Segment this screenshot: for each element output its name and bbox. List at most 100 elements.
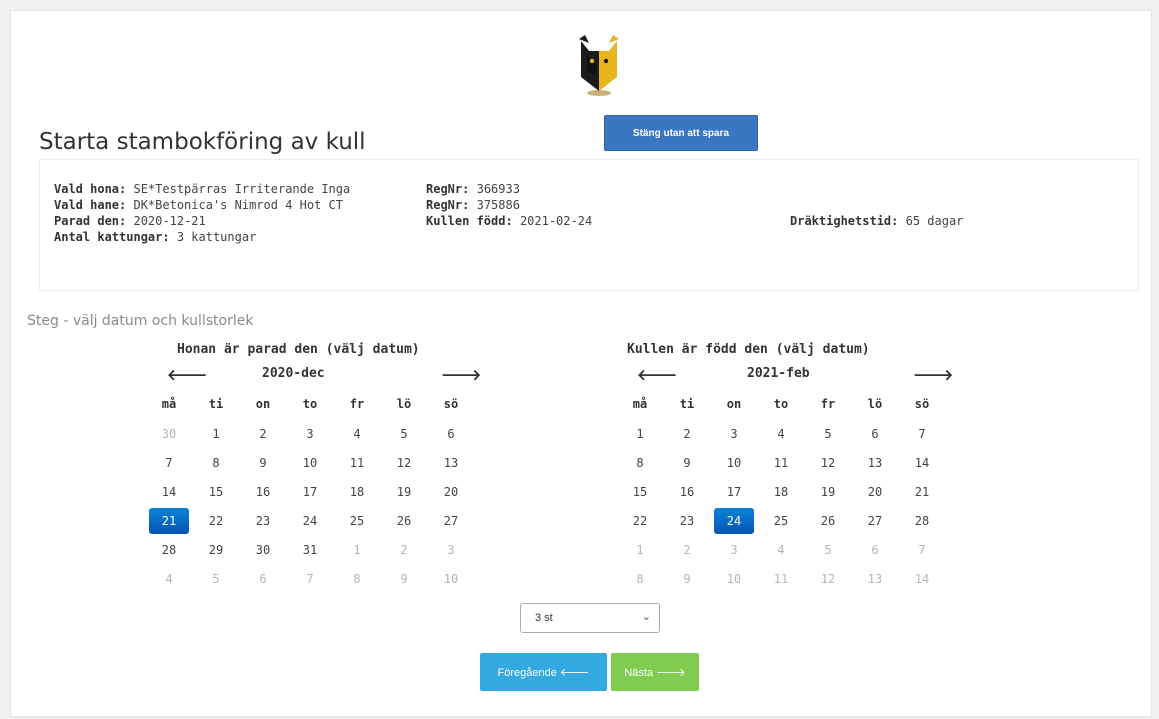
calendar-day[interactable]: 23 <box>243 508 283 534</box>
calendar-day[interactable]: 15 <box>620 479 660 505</box>
calendar-day-selected[interactable]: 24 <box>714 508 754 534</box>
calendar-day[interactable]: 8 <box>337 566 377 592</box>
calendar-day[interactable]: 25 <box>761 508 801 534</box>
calendar-day[interactable]: 16 <box>243 479 283 505</box>
calendar-day[interactable]: 3 <box>714 537 754 563</box>
calendar-day[interactable]: 26 <box>384 508 424 534</box>
calendar-day[interactable]: 30 <box>243 537 283 563</box>
calendar-day[interactable]: 22 <box>196 508 236 534</box>
calendar-day[interactable]: 2 <box>667 537 707 563</box>
calendar-day[interactable]: 26 <box>808 508 848 534</box>
calendar-day[interactable]: 9 <box>667 566 707 592</box>
calendar-day[interactable]: 29 <box>196 537 236 563</box>
calendar-day[interactable]: 22 <box>620 508 660 534</box>
calendar-day[interactable]: 9 <box>243 450 283 476</box>
calendar-day[interactable]: 10 <box>290 450 330 476</box>
litter-size-value: 3 st <box>535 612 553 624</box>
calendar-day[interactable]: 5 <box>808 537 848 563</box>
calendar-day[interactable]: 8 <box>620 566 660 592</box>
calendar-day[interactable]: 12 <box>808 450 848 476</box>
prev-month-arrow-icon[interactable]: 🡐 <box>637 365 677 384</box>
calendar-day[interactable]: 6 <box>855 537 895 563</box>
calendar-day[interactable]: 31 <box>290 537 330 563</box>
calendar-day[interactable]: 12 <box>384 450 424 476</box>
calendar-day[interactable]: 2 <box>243 421 283 447</box>
prev-month-arrow-icon[interactable]: 🡐 <box>167 365 207 384</box>
calendar-day[interactable]: 1 <box>196 421 236 447</box>
calendar-day[interactable]: 19 <box>384 479 424 505</box>
calendar-day[interactable]: 1 <box>620 421 660 447</box>
calendar-day[interactable]: 4 <box>761 537 801 563</box>
calendar-day[interactable]: 15 <box>196 479 236 505</box>
calendar-day[interactable]: 1 <box>337 537 377 563</box>
calendar-day[interactable]: 13 <box>855 450 895 476</box>
calendar-day[interactable]: 3 <box>290 421 330 447</box>
calendar-day[interactable]: 17 <box>290 479 330 505</box>
close-without-saving-button[interactable]: Stäng utan att spara <box>604 115 758 151</box>
calendar-day[interactable]: 2 <box>667 421 707 447</box>
calendar-day[interactable]: 14 <box>902 566 942 592</box>
calendar-day[interactable]: 9 <box>667 450 707 476</box>
calendar-day[interactable]: 11 <box>337 450 377 476</box>
calendar-day[interactable]: 10 <box>714 566 754 592</box>
calendar-day[interactable]: 9 <box>384 566 424 592</box>
regnr1-value: 366933 <box>476 182 520 196</box>
calendar-day[interactable]: 7 <box>902 537 942 563</box>
calendar-day[interactable]: 7 <box>902 421 942 447</box>
calendar-day[interactable]: 24 <box>290 508 330 534</box>
calendar-day[interactable]: 4 <box>761 421 801 447</box>
calendar-day[interactable]: 30 <box>149 421 189 447</box>
calendar-day[interactable]: 10 <box>431 566 471 592</box>
calendar-day[interactable]: 6 <box>243 566 283 592</box>
calendar-day[interactable]: 28 <box>149 537 189 563</box>
calendar-day[interactable]: 20 <box>431 479 471 505</box>
calendar-day[interactable]: 8 <box>196 450 236 476</box>
calendar-day[interactable]: 23 <box>667 508 707 534</box>
calendar-day[interactable]: 28 <box>902 508 942 534</box>
parad-label: Parad den: <box>54 214 127 228</box>
calendar-day[interactable]: 3 <box>714 421 754 447</box>
calendar-day[interactable]: 18 <box>761 479 801 505</box>
calendar-day[interactable]: 11 <box>761 566 801 592</box>
calendar-day[interactable]: 27 <box>431 508 471 534</box>
calendar-title: Honan är parad den (välj datum) <box>177 342 420 357</box>
next-month-arrow-icon[interactable]: 🡒 <box>913 365 953 384</box>
calendar-day[interactable]: 14 <box>902 450 942 476</box>
calendar-day[interactable]: 17 <box>714 479 754 505</box>
calendar-day[interactable]: 21 <box>902 479 942 505</box>
calendar-day[interactable]: 5 <box>196 566 236 592</box>
drakt-label: Dräktighetstid: <box>790 214 899 228</box>
calendar-day[interactable]: 5 <box>384 421 424 447</box>
calendar-day[interactable]: 8 <box>620 450 660 476</box>
calendar-day[interactable]: 25 <box>337 508 377 534</box>
calendar-day[interactable]: 6 <box>855 421 895 447</box>
calendar-day[interactable]: 7 <box>290 566 330 592</box>
calendar-day[interactable]: 14 <box>149 479 189 505</box>
calendar-day[interactable]: 13 <box>855 566 895 592</box>
calendar-day-selected[interactable]: 21 <box>149 508 189 534</box>
hane-label: Vald hane: <box>54 198 127 212</box>
calendar-day[interactable]: 12 <box>808 566 848 592</box>
calendar-day[interactable]: 27 <box>855 508 895 534</box>
calendar-day[interactable]: 4 <box>149 566 189 592</box>
calendar-month[interactable]: 2020-dec <box>262 366 325 381</box>
previous-button[interactable]: Föregående 🡐 <box>480 653 607 691</box>
next-month-arrow-icon[interactable]: 🡒 <box>441 365 481 384</box>
calendar-day[interactable]: 7 <box>149 450 189 476</box>
calendar-day[interactable]: 6 <box>431 421 471 447</box>
calendar-day[interactable]: 10 <box>714 450 754 476</box>
calendar-day[interactable]: 13 <box>431 450 471 476</box>
calendar-month[interactable]: 2021-feb <box>747 366 810 381</box>
calendar-day[interactable]: 3 <box>431 537 471 563</box>
litter-size-select[interactable]: 3 st ⌄ <box>520 603 660 633</box>
calendar-day[interactable]: 2 <box>384 537 424 563</box>
calendar-day[interactable]: 11 <box>761 450 801 476</box>
calendar-day[interactable]: 20 <box>855 479 895 505</box>
calendar-day[interactable]: 18 <box>337 479 377 505</box>
calendar-day[interactable]: 1 <box>620 537 660 563</box>
calendar-day[interactable]: 5 <box>808 421 848 447</box>
next-button[interactable]: Nästa 🡒 <box>611 653 699 691</box>
calendar-day[interactable]: 4 <box>337 421 377 447</box>
calendar-day[interactable]: 19 <box>808 479 848 505</box>
calendar-day[interactable]: 16 <box>667 479 707 505</box>
